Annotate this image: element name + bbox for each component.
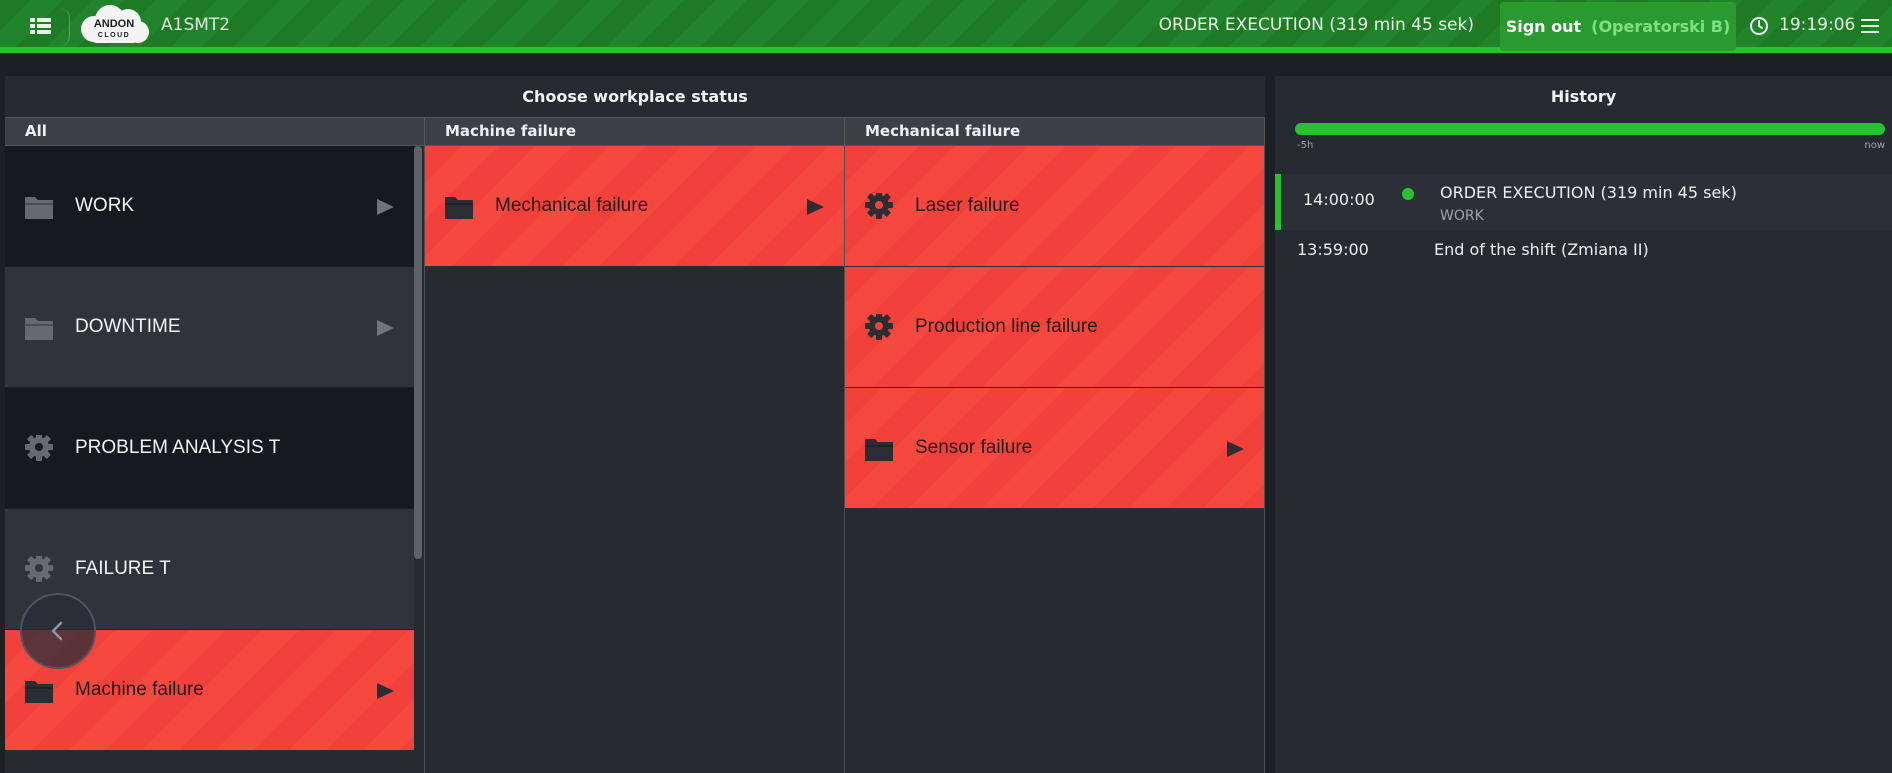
status-column-machine-failure: Mechanical failure xyxy=(425,146,845,773)
svg-text:ANDON: ANDON xyxy=(94,18,134,30)
status-tile-downtime[interactable]: DOWNTIME xyxy=(5,267,414,388)
svg-text:CLOUD: CLOUD xyxy=(98,32,130,39)
timeline-end-label: now xyxy=(1864,140,1885,151)
logo-divider xyxy=(60,8,70,46)
history-entry-title: End of the shift (Zmiana II) xyxy=(1434,240,1649,259)
status-column-mechanical-failure: Laser failure Production line failure Se… xyxy=(845,146,1265,773)
status-tile-label: Sensor failure xyxy=(915,437,1033,458)
play-arrow-icon xyxy=(804,196,826,218)
signed-in-user: (Operatorski B) xyxy=(1591,17,1731,36)
status-tile-label: DOWNTIME xyxy=(75,316,181,337)
folder-icon xyxy=(23,677,55,705)
status-tile-problem-analysis[interactable]: PROBLEM ANALYSIS T xyxy=(5,388,414,509)
history-entry[interactable]: 14:00:00 ORDER EXECUTION (319 min 45 sek… xyxy=(1275,174,1892,230)
clock-time: 19:19:06 xyxy=(1779,15,1856,35)
status-tile-label: Production line failure xyxy=(915,316,1098,337)
status-tile-label: FAILURE T xyxy=(75,558,171,579)
list-toggle-icon[interactable] xyxy=(26,14,56,38)
history-entry[interactable]: 13:59:00 End of the shift (Zmiana II) xyxy=(1275,234,1892,264)
chevron-left-icon xyxy=(51,621,63,641)
column-header-all: All xyxy=(5,118,425,145)
folder-icon xyxy=(23,193,55,221)
status-list-scrollbar[interactable] xyxy=(414,146,422,559)
gear-icon xyxy=(863,312,895,342)
status-tile-work[interactable]: WORK xyxy=(5,146,414,267)
history-timeline-bar xyxy=(1295,123,1885,135)
play-arrow-icon xyxy=(374,196,396,218)
workstation-name: A1SMT2 xyxy=(161,15,231,35)
column-header-mechanical-failure: Mechanical failure xyxy=(845,118,1265,145)
history-entry-title: ORDER EXECUTION (319 min 45 sek) xyxy=(1440,183,1737,202)
andon-cloud-logo: ANDON CLOUD xyxy=(76,3,152,49)
column-headers: All Machine failure Mechanical failure xyxy=(5,117,1265,146)
folder-icon xyxy=(23,314,55,342)
column-header-machine-failure: Machine failure xyxy=(425,118,845,145)
history-title: History xyxy=(1550,87,1617,106)
hamburger-menu-icon[interactable] xyxy=(1861,18,1879,34)
status-tile-production-line-failure[interactable]: Production line failure xyxy=(845,267,1264,388)
status-tile-label: Mechanical failure xyxy=(495,195,649,216)
status-tile-label: WORK xyxy=(75,195,135,216)
active-status-dot xyxy=(1402,188,1414,200)
history-entry-time: 14:00:00 xyxy=(1303,190,1375,209)
gear-icon xyxy=(23,433,55,463)
folder-icon xyxy=(863,435,895,463)
play-arrow-icon xyxy=(374,680,396,702)
history-entry-subtitle: WORK xyxy=(1440,208,1484,224)
back-button[interactable] xyxy=(20,593,96,669)
gear-icon xyxy=(23,554,55,584)
history-panel: History -5h now 14:00:00 ORDER EXECUTION… xyxy=(1275,76,1892,773)
top-bar: ANDON CLOUD A1SMT2 ORDER EXECUTION (319 … xyxy=(0,0,1892,53)
play-arrow-icon xyxy=(1224,438,1246,460)
timeline-start-label: -5h xyxy=(1297,140,1314,151)
status-tile-label: PROBLEM ANALYSIS T xyxy=(75,437,281,458)
folder-icon xyxy=(443,193,475,221)
play-arrow-icon xyxy=(374,317,396,339)
clock-icon xyxy=(1749,16,1769,36)
workplace-status-panel: Choose workplace status All Machine fail… xyxy=(5,76,1265,773)
status-tile-label: Machine failure xyxy=(75,679,204,700)
status-panel-title: Choose workplace status xyxy=(522,87,748,106)
sign-out-button[interactable]: Sign out (Operatorski B) xyxy=(1500,2,1736,51)
current-order-status: ORDER EXECUTION (319 min 45 sek) xyxy=(1158,15,1474,35)
status-tile-sensor-failure[interactable]: Sensor failure xyxy=(845,388,1264,509)
history-entry-time: 13:59:00 xyxy=(1297,240,1369,259)
status-tile-mechanical-failure[interactable]: Mechanical failure xyxy=(425,146,844,267)
gear-icon xyxy=(863,191,895,221)
status-columns: WORK DOWNTIME PROBLEM ANALYSIS T FAILURE… xyxy=(5,146,1265,773)
sign-out-label: Sign out xyxy=(1505,17,1582,36)
status-tile-laser-failure[interactable]: Laser failure xyxy=(845,146,1264,267)
status-tile-label: Laser failure xyxy=(915,195,1020,216)
status-column-all: WORK DOWNTIME PROBLEM ANALYSIS T FAILURE… xyxy=(5,146,425,773)
